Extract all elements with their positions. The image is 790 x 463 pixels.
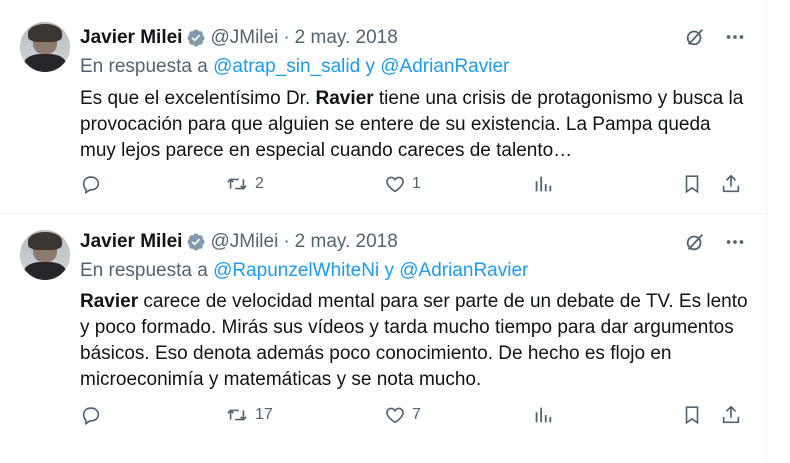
views-button[interactable] bbox=[532, 173, 560, 195]
reply-context: En respuesta a @atrap_sin_salid y @Adria… bbox=[80, 56, 509, 78]
reply-joiner: y bbox=[384, 260, 394, 281]
reply-button[interactable] bbox=[80, 173, 108, 195]
like-button[interactable]: 1 bbox=[384, 173, 421, 195]
retweet-button[interactable]: 2 bbox=[225, 173, 264, 195]
author-name[interactable]: Javier Milei bbox=[80, 231, 182, 253]
bookmark-icon bbox=[681, 173, 703, 195]
tweet-header: Javier Milei @JMilei · 2 may. 2018 bbox=[80, 229, 398, 255]
tweet-text-bold: Ravier bbox=[80, 291, 139, 312]
reply-icon bbox=[80, 173, 102, 195]
views-button[interactable] bbox=[532, 404, 560, 426]
tweet-text: Ravier carece de velocidad mental para s… bbox=[80, 289, 748, 393]
tweet-date[interactable]: 2 may. 2018 bbox=[295, 231, 398, 253]
tweet-text-part: Es que el excelentísimo Dr. bbox=[80, 88, 316, 109]
bookmark-button[interactable] bbox=[681, 404, 703, 426]
verified-badge-icon[interactable] bbox=[186, 28, 206, 48]
grok-icon[interactable] bbox=[684, 231, 706, 253]
more-icon[interactable] bbox=[724, 231, 746, 253]
reply-icon bbox=[80, 404, 102, 426]
like-icon bbox=[384, 404, 406, 426]
views-icon bbox=[532, 173, 554, 195]
reply-prefix: En respuesta a bbox=[80, 56, 208, 77]
reply-mention[interactable]: @RapunzelWhiteNi bbox=[213, 260, 379, 281]
share-icon bbox=[720, 404, 742, 426]
tweet[interactable]: Javier Milei @JMilei · 2 may. 2018 En re… bbox=[0, 214, 766, 444]
reply-button[interactable] bbox=[80, 404, 108, 426]
separator: · bbox=[283, 27, 290, 48]
share-icon bbox=[720, 173, 742, 195]
separator: · bbox=[283, 231, 290, 252]
retweet-button[interactable]: 17 bbox=[225, 404, 273, 426]
author-handle[interactable]: @JMilei bbox=[210, 27, 278, 49]
more-icon[interactable] bbox=[724, 26, 746, 48]
retweet-count: 2 bbox=[255, 175, 264, 192]
verified-badge-icon[interactable] bbox=[186, 232, 206, 252]
author-name[interactable]: Javier Milei bbox=[80, 27, 182, 49]
reply-prefix: En respuesta a bbox=[80, 260, 208, 281]
tweet-text-part: carece de velocidad mental para ser part… bbox=[80, 291, 748, 390]
share-button[interactable] bbox=[720, 404, 742, 426]
reply-joiner: y bbox=[365, 56, 375, 77]
tweet-top-actions bbox=[684, 26, 746, 48]
like-count: 1 bbox=[412, 175, 421, 192]
avatar[interactable] bbox=[20, 230, 70, 280]
like-button[interactable]: 7 bbox=[384, 404, 421, 426]
tweet-date[interactable]: 2 may. 2018 bbox=[295, 27, 398, 49]
grok-icon[interactable] bbox=[684, 26, 706, 48]
tweet-text-bold: Ravier bbox=[315, 88, 374, 109]
tweet[interactable]: Javier Milei @JMilei · 2 may. 2018 En re… bbox=[0, 0, 766, 214]
bookmark-icon bbox=[681, 404, 703, 426]
avatar[interactable] bbox=[20, 22, 70, 72]
views-icon bbox=[532, 404, 554, 426]
reply-context: En respuesta a @RapunzelWhiteNi y @Adria… bbox=[80, 260, 528, 282]
tweet-text: Es que el excelentísimo Dr. Ravier tiene… bbox=[80, 86, 748, 164]
like-icon bbox=[384, 173, 406, 195]
tweet-header: Javier Milei @JMilei · 2 may. 2018 bbox=[80, 25, 398, 51]
reply-mention[interactable]: @atrap_sin_salid bbox=[213, 56, 360, 77]
author-handle[interactable]: @JMilei bbox=[210, 231, 278, 253]
share-button[interactable] bbox=[720, 173, 742, 195]
bookmark-button[interactable] bbox=[681, 173, 703, 195]
like-count: 7 bbox=[412, 406, 421, 423]
reply-mention[interactable]: @AdrianRavier bbox=[380, 56, 509, 77]
retweet-icon bbox=[225, 173, 249, 195]
retweet-count: 17 bbox=[255, 406, 273, 423]
tweet-actions: 17 7 bbox=[80, 404, 744, 430]
retweet-icon bbox=[225, 404, 249, 426]
column-border bbox=[766, 0, 767, 463]
tweet-top-actions bbox=[684, 231, 746, 253]
reply-mention[interactable]: @AdrianRavier bbox=[399, 260, 528, 281]
tweet-actions: 2 1 bbox=[80, 173, 744, 199]
